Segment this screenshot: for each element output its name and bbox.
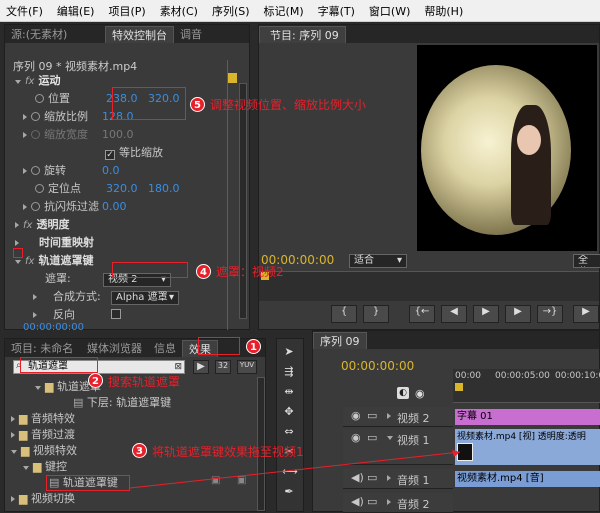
drag-arrow-line (129, 451, 461, 489)
drag-arrow (129, 450, 461, 489)
drag-arrow-head (452, 450, 460, 457)
